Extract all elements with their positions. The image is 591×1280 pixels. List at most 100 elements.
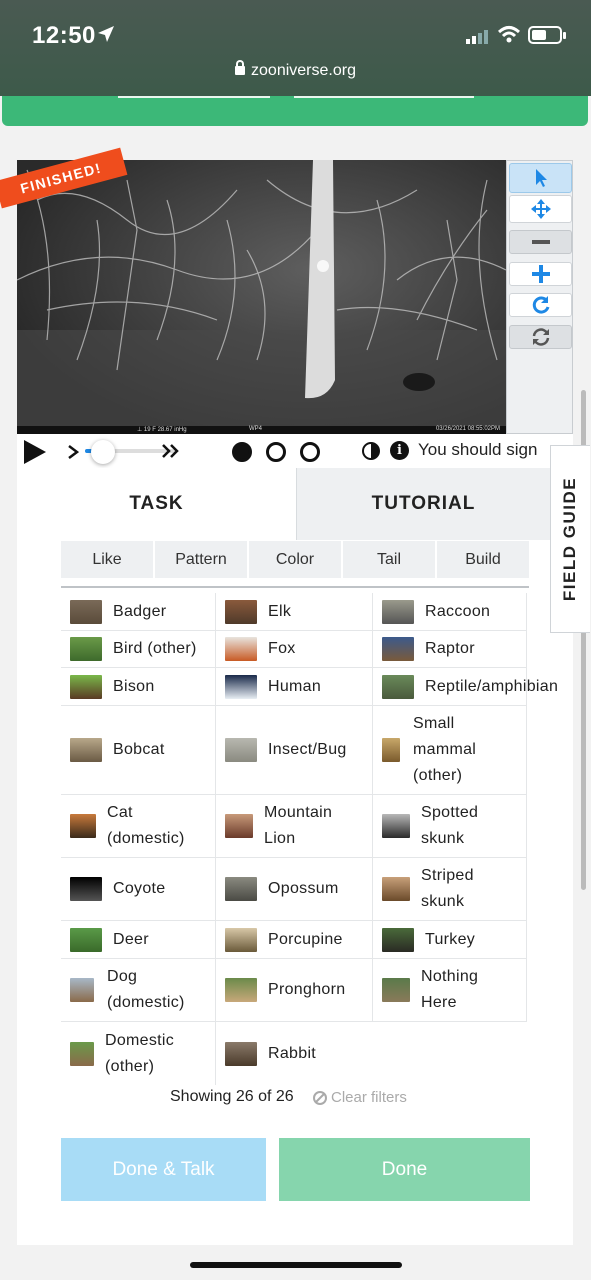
battery-icon — [528, 26, 566, 44]
field-guide-tab[interactable]: FIELD GUIDE — [550, 445, 590, 633]
zoom-in-button[interactable] — [509, 262, 572, 286]
reset-button[interactable] — [509, 325, 572, 349]
domestic-other-photo — [70, 1041, 94, 1066]
camera-timestamp: 03/26/2021 08:55:02PM — [435, 426, 500, 432]
frame-dot-2[interactable] — [266, 442, 286, 462]
refresh-icon — [532, 328, 549, 346]
choice-spotted-skunk[interactable]: Spotted skunk — [373, 795, 527, 858]
reptile-photo — [382, 674, 414, 699]
choice-raccoon[interactable]: Raccoon — [373, 593, 527, 631]
raccoon-photo — [382, 599, 414, 624]
frame-dot-3[interactable] — [300, 442, 320, 462]
choice-pronghorn[interactable]: Pronghorn — [216, 959, 373, 1022]
contrast-icon[interactable] — [362, 442, 380, 460]
done-button[interactable]: Done — [279, 1138, 530, 1201]
choice-cat[interactable]: Cat (domestic) — [61, 795, 216, 858]
field-guide-label: FIELD GUIDE — [560, 476, 580, 602]
choice-turkey[interactable]: Turkey — [373, 921, 527, 959]
choice-rabbit[interactable]: Rabbit — [216, 1022, 373, 1085]
fox-photo — [225, 637, 257, 661]
trail-camera-photo — [17, 160, 506, 426]
subject-image[interactable]: ⊥ 19 F 28.67 inHg WP4 03/26/2021 08:55:0… — [17, 160, 506, 434]
bird-photo — [70, 637, 102, 661]
home-indicator[interactable] — [190, 1262, 402, 1268]
choice-raptor[interactable]: Raptor — [373, 631, 527, 668]
badger-photo — [70, 599, 102, 624]
step-forward-icon[interactable] — [67, 444, 79, 460]
choice-bobcat[interactable]: Bobcat — [61, 706, 216, 795]
choice-nothing-here[interactable]: Nothing Here — [373, 959, 527, 1022]
address-bar[interactable]: zooniverse.org — [0, 60, 591, 80]
filter-color[interactable]: Color — [249, 541, 341, 578]
status-time: 12:50 — [32, 22, 96, 49]
frame-dot-1[interactable] — [232, 442, 252, 462]
opossum-photo — [225, 877, 257, 901]
showing-count: Showing 26 of 26 — [170, 1088, 294, 1105]
clear-filters-button[interactable]: Clear filters — [313, 1089, 407, 1106]
choice-coyote[interactable]: Coyote — [61, 858, 216, 921]
choice-mountain-lion[interactable]: Mountain Lion — [216, 795, 373, 858]
camera-temp: ⊥ 19 F 28.67 inHg — [137, 427, 187, 433]
choice-small-mammal[interactable]: Small mammal (other) — [373, 706, 527, 795]
dog-photo — [70, 978, 94, 1002]
spotted-skunk-photo — [382, 814, 410, 838]
nothing-here-photo — [382, 978, 410, 1002]
porcupine-photo — [225, 927, 257, 952]
human-photo — [225, 674, 257, 699]
cellular-signal-icon — [466, 30, 488, 44]
choice-badger[interactable]: Badger — [61, 593, 216, 631]
choice-elk[interactable]: Elk — [216, 593, 373, 631]
choice-human[interactable]: Human — [216, 668, 373, 706]
zoom-out-button[interactable] — [509, 230, 572, 254]
fast-forward-icon[interactable] — [161, 443, 181, 459]
insect-photo — [225, 738, 257, 762]
filter-tail[interactable]: Tail — [343, 541, 435, 578]
tab-task[interactable]: TASK — [17, 468, 296, 540]
choice-domestic-other[interactable]: Domestic (other) — [61, 1022, 216, 1085]
choice-deer[interactable]: Deer — [61, 921, 216, 959]
striped-skunk-photo — [382, 877, 410, 901]
info-icon[interactable]: i — [390, 441, 409, 460]
choice-porcupine[interactable]: Porcupine — [216, 921, 373, 959]
filter-like[interactable]: Like — [61, 541, 153, 578]
choice-insect[interactable]: Insect/Bug — [216, 706, 373, 795]
wifi-icon — [497, 26, 521, 43]
pointer-tool-button[interactable] — [509, 163, 572, 193]
arrow-pointer-icon — [535, 169, 547, 187]
sign-in-prompt: You should sign — [418, 440, 538, 459]
small-mammal-photo — [382, 738, 400, 762]
filter-build[interactable]: Build — [437, 541, 529, 578]
turkey-photo — [382, 927, 414, 952]
slider-handle[interactable] — [91, 440, 115, 464]
bison-photo — [70, 674, 102, 699]
browser-chrome: 12:50 zooniverse.org — [0, 0, 591, 96]
camera-id: WP4 — [249, 426, 263, 432]
move-arrows-icon — [530, 199, 551, 219]
elk-photo — [225, 599, 257, 624]
mountain-lion-photo — [225, 814, 253, 838]
play-icon[interactable] — [23, 439, 47, 465]
raptor-photo — [382, 637, 414, 661]
url-text: zooniverse.org — [251, 62, 356, 79]
choice-bird[interactable]: Bird (other) — [61, 631, 216, 668]
choice-bison[interactable]: Bison — [61, 668, 216, 706]
filter-bar: Like Pattern Color Tail Build — [61, 541, 529, 578]
cat-photo — [70, 814, 96, 838]
choice-fox[interactable]: Fox — [216, 631, 373, 668]
move-tool-button[interactable] — [509, 195, 572, 223]
tab-tutorial[interactable]: TUTORIAL — [296, 468, 550, 540]
filter-pattern[interactable]: Pattern — [155, 541, 247, 578]
image-toolbar — [506, 160, 573, 434]
plus-icon — [531, 265, 550, 283]
choice-reptile[interactable]: Reptile/amphibian — [373, 668, 558, 706]
rotate-button[interactable] — [509, 293, 572, 317]
rabbit-photo — [225, 1041, 257, 1066]
lock-icon — [235, 60, 246, 75]
choice-dog[interactable]: Dog (domestic) — [61, 959, 216, 1022]
camera-info-bar: ⊥ 19 F 28.67 inHg WP4 03/26/2021 08:55:0… — [17, 426, 506, 434]
choice-opossum[interactable]: Opossum — [216, 858, 373, 921]
choice-striped-skunk[interactable]: Striped skunk — [373, 858, 527, 921]
site-header — [2, 96, 588, 126]
done-and-talk-button[interactable]: Done & Talk — [61, 1138, 266, 1201]
subject-player: i You should sign — [17, 434, 573, 470]
